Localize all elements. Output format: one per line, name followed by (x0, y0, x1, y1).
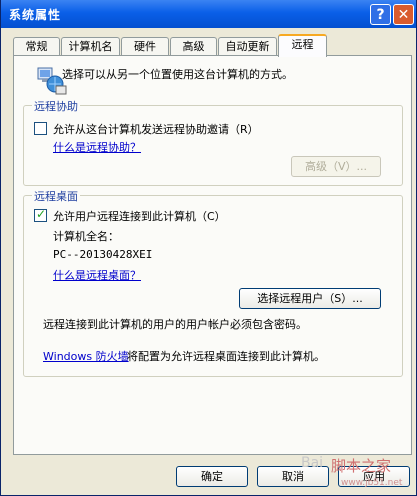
checkmark-icon: ✓ (36, 207, 47, 221)
computer-name-value: PC--20130428XEI (53, 248, 153, 261)
remote-assistance-checkbox[interactable] (34, 122, 47, 135)
password-note: 远程连接到此计算机的用户的用户帐户必须包含密码。 (43, 318, 307, 331)
remote-assistance-help-link[interactable]: 什么是远程协助？ (53, 139, 141, 155)
remote-desktop-checkbox[interactable]: ✓ (34, 207, 47, 222)
tab-hardware[interactable]: 硬件 (121, 37, 169, 56)
remote-assistance-legend: 远程协助 (32, 98, 80, 114)
tab-computer-name[interactable]: 计算机名 (61, 37, 120, 56)
remote-desktop-help-link[interactable]: 什么是远程桌面？ (53, 267, 141, 283)
watermark-brand: Bai (301, 455, 324, 471)
close-button[interactable]: ✕ (393, 4, 414, 25)
windows-firewall-link[interactable]: Windows 防火墙 (43, 348, 129, 364)
remote-assistance-checkbox-label[interactable]: 允许从这台计算机发送远程协助邀请（R） (53, 121, 259, 137)
title-bar[interactable]: 系统属性 ? ✕ (1, 0, 416, 28)
remote-assistance-group: 远程协助 允许从这台计算机发送远程协助邀请（R） 什么是远程协助？ 高级（V）.… (23, 98, 403, 186)
remote-desktop-group: 远程桌面 ✓ 允许用户远程连接到此计算机（C） 计算机全名： PC--20130… (23, 188, 403, 377)
remote-tab-panel: 选择可以从另一个位置使用这台计算机的方式。 远程协助 允许从这台计算机发送远程协… (13, 55, 412, 455)
watermark-site: 脚本之家 (331, 457, 392, 475)
remote-desktop-checkbox-label[interactable]: 允许用户远程连接到此计算机（C） (53, 208, 226, 224)
help-button[interactable]: ? (370, 4, 391, 25)
tab-general[interactable]: 常规 (13, 37, 60, 56)
tab-automatic-updates[interactable]: 自动更新 (218, 37, 277, 56)
select-remote-users-button[interactable]: 选择远程用户（S）... (239, 288, 381, 309)
firewall-note: 将配置为允许远程桌面连接到此计算机。 (127, 350, 325, 363)
watermark-url: www.jb51.net (341, 478, 403, 488)
remote-desktop-legend: 远程桌面 (32, 188, 80, 204)
system-properties-window: 系统属性 ? ✕ 常规 计算机名 硬件 高级 自动更新 远程 选择可以从另一个位… (0, 0, 417, 496)
window-title: 系统属性 (9, 8, 62, 22)
tab-remote[interactable]: 远程 (278, 34, 327, 57)
tab-advanced[interactable]: 高级 (170, 37, 217, 56)
intro-text: 选择可以从另一个位置使用这台计算机的方式。 (62, 68, 293, 81)
computer-name-label: 计算机全名： (53, 230, 119, 243)
advanced-button[interactable]: 高级（V）... (291, 156, 381, 177)
ok-button[interactable]: 确定 (176, 466, 248, 487)
tab-strip: 常规 计算机名 硬件 高级 自动更新 远程 (13, 34, 413, 57)
